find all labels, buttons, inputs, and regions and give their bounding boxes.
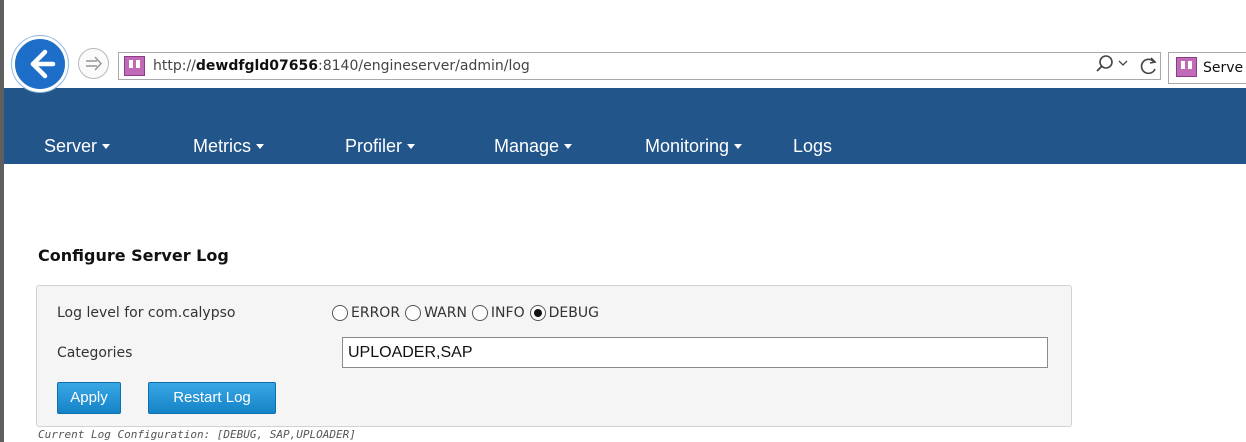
search-icon[interactable] xyxy=(1094,52,1116,78)
url-scheme: http:// xyxy=(153,58,196,74)
radio-circle-icon[interactable] xyxy=(332,305,348,321)
nav-monitoring[interactable]: Monitoring xyxy=(645,136,743,157)
caret-down-icon xyxy=(102,143,111,149)
log-level-radio-group: ERROR WARN INFO DEBUG xyxy=(332,302,604,324)
radio-error[interactable]: ERROR xyxy=(332,305,400,321)
nav-server-label: Server xyxy=(44,136,98,156)
nav-logs[interactable]: Logs xyxy=(793,136,832,157)
radio-info[interactable]: INFO xyxy=(471,305,525,321)
browser-tab[interactable]: Serve xyxy=(1168,52,1246,84)
browser-chrome: http://dewdfgld07656:8140/engineserver/a… xyxy=(4,0,1246,92)
nav-profiler-label: Profiler xyxy=(345,136,403,156)
caret-down-icon xyxy=(256,143,264,149)
radio-warn-label: WARN xyxy=(424,305,467,321)
nav-server[interactable]: Server xyxy=(44,136,111,157)
nav-logs-label: Logs xyxy=(793,136,833,156)
radio-circle-icon[interactable] xyxy=(405,305,422,321)
log-config-panel: Log level for com.calypso ERROR WARN INF… xyxy=(36,285,1072,427)
forward-button[interactable] xyxy=(78,48,109,79)
caret-down-icon xyxy=(564,143,573,149)
restart-log-button[interactable]: Restart Log xyxy=(148,382,276,414)
nav-manage[interactable]: Manage xyxy=(494,136,573,157)
url-path: :8140/engineserver/admin/log xyxy=(318,58,530,74)
radio-selected-icon[interactable] xyxy=(529,305,546,321)
nav-metrics-label: Metrics xyxy=(193,136,251,156)
caret-down-icon xyxy=(407,143,416,149)
categories-input[interactable] xyxy=(342,337,1048,368)
radio-debug[interactable]: DEBUG xyxy=(529,305,599,321)
caret-down-icon xyxy=(734,143,743,149)
refresh-icon[interactable] xyxy=(1138,54,1160,78)
nav-monitoring-label: Monitoring xyxy=(645,136,730,156)
current-log-configuration: Current Log Configuration: [DEBUG, SAP,U… xyxy=(38,428,356,441)
nav-metrics[interactable]: Metrics xyxy=(193,136,264,157)
apply-button[interactable]: Apply xyxy=(57,382,121,414)
categories-label: Categories xyxy=(57,345,133,361)
nav-manage-label: Manage xyxy=(494,136,560,156)
site-favicon-icon xyxy=(124,56,145,76)
radio-warn[interactable]: WARN xyxy=(405,305,467,321)
dropdown-arrow-icon[interactable] xyxy=(1118,58,1128,68)
url-host: dewdfgld07656 xyxy=(195,58,319,74)
radio-circle-icon[interactable] xyxy=(471,305,488,321)
radio-error-label: ERROR xyxy=(351,305,401,321)
forward-icon xyxy=(86,56,103,71)
back-icon xyxy=(30,49,56,79)
nav-profiler[interactable]: Profiler xyxy=(345,136,416,157)
radio-debug-label: DEBUG xyxy=(548,305,599,321)
address-bar[interactable]: http://dewdfgld07656:8140/engineserver/a… xyxy=(118,52,1161,80)
main-nav: Server Metrics Profiler Manage Monitorin… xyxy=(4,88,1246,164)
back-button[interactable] xyxy=(12,36,68,92)
tab-favicon-icon xyxy=(1176,57,1197,77)
log-level-label: Log level for com.calypso xyxy=(57,305,236,321)
url-text[interactable]: http://dewdfgld07656:8140/engineserver/a… xyxy=(153,58,530,74)
radio-info-label: INFO xyxy=(490,305,525,321)
tab-title: Serve xyxy=(1203,60,1244,76)
page-title: Configure Server Log xyxy=(38,246,229,265)
